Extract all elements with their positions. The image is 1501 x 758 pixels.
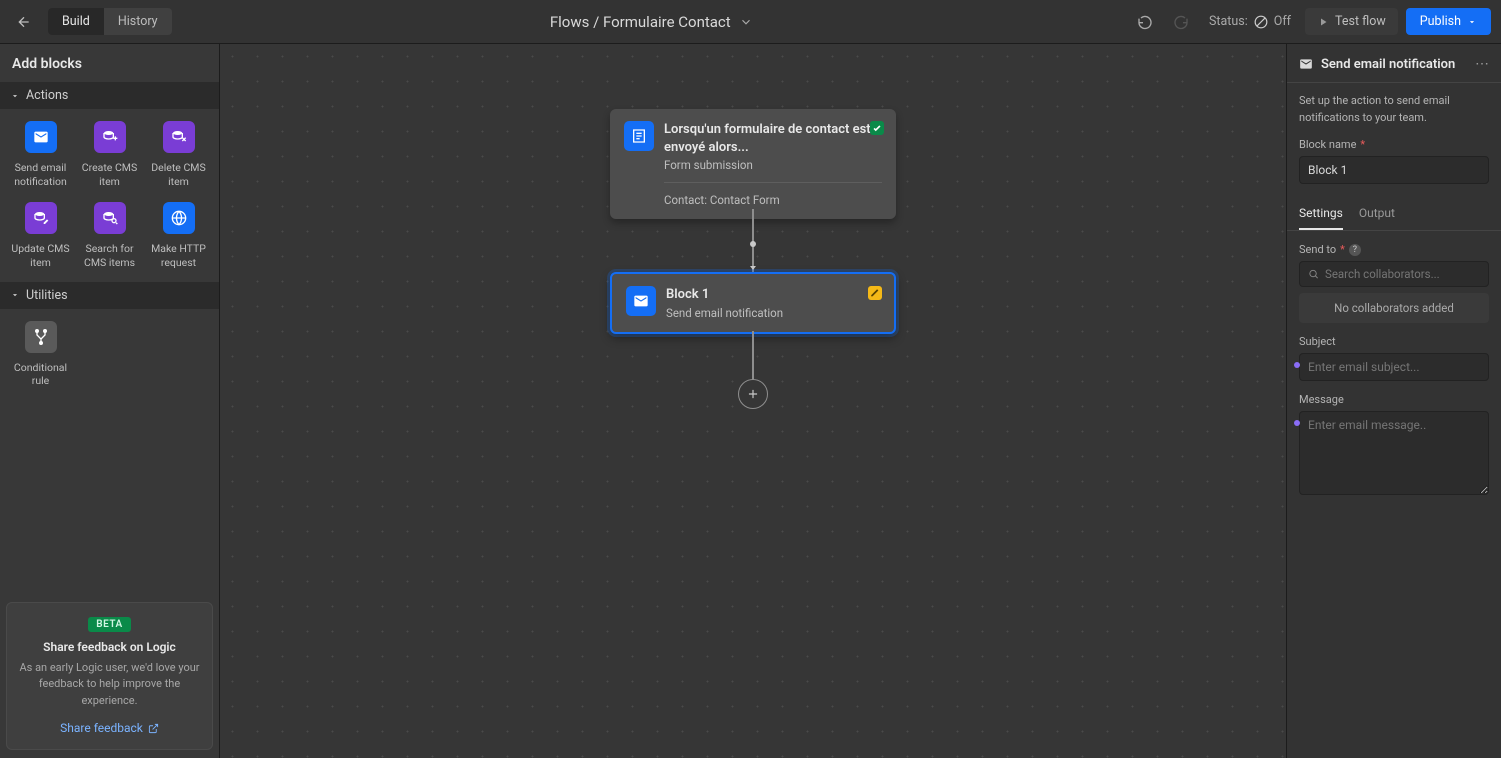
connector-dot xyxy=(750,241,756,247)
inspector-title: Send email notification xyxy=(1321,57,1467,72)
block-name-input[interactable] xyxy=(1299,156,1489,184)
breadcrumb: Flows / Formulaire Contact xyxy=(550,13,731,31)
message-input[interactable] xyxy=(1299,411,1489,495)
section-utilities-label: Utilities xyxy=(26,288,68,303)
db-delete-icon xyxy=(163,121,195,153)
undo-icon xyxy=(1137,14,1153,30)
block-label: Send email notification xyxy=(6,161,75,188)
block-conditional[interactable]: Conditional rule xyxy=(6,321,75,388)
more-button[interactable]: ⋯ xyxy=(1475,56,1489,72)
publish-label: Publish xyxy=(1420,14,1461,29)
chevron-down-icon xyxy=(10,91,20,101)
block-create-cms[interactable]: Create CMS item xyxy=(75,121,144,188)
tab-settings[interactable]: Settings xyxy=(1299,198,1343,230)
trigger-node[interactable]: Lorsqu'un formulaire de contact est envo… xyxy=(610,109,896,219)
block1-title: Block 1 xyxy=(666,286,880,304)
block-delete-cms[interactable]: Delete CMS item xyxy=(144,121,213,188)
undo-button[interactable] xyxy=(1131,8,1159,36)
plus-icon xyxy=(746,387,760,401)
chevron-down-icon xyxy=(10,290,20,300)
play-icon xyxy=(1317,16,1329,28)
block-label: Create CMS item xyxy=(75,161,144,188)
block1-subtitle: Send email notification xyxy=(666,306,880,320)
panel-title: Add blocks xyxy=(0,44,219,82)
status-value: Off xyxy=(1274,14,1291,29)
top-bar: Build History Flows / Formulaire Contact… xyxy=(0,0,1501,44)
tab-history[interactable]: History xyxy=(104,8,172,35)
required-indicator: * xyxy=(1340,243,1345,256)
inspector-panel: Send email notification ⋯ Set up the act… xyxy=(1286,44,1501,758)
back-button[interactable] xyxy=(10,8,38,36)
chevron-down-icon xyxy=(1467,17,1477,27)
share-feedback-link[interactable]: Share feedback xyxy=(60,721,159,735)
trigger-detail: Contact: Contact Form xyxy=(664,193,882,207)
external-link-icon xyxy=(148,723,159,734)
add-block-button[interactable] xyxy=(738,379,768,409)
globe-icon xyxy=(163,202,195,234)
section-actions[interactable]: Actions xyxy=(0,82,219,109)
block-http-request[interactable]: Make HTTP request xyxy=(144,202,213,269)
mail-icon xyxy=(25,121,57,153)
feedback-card: BETA Share feedback on Logic As an early… xyxy=(6,602,213,751)
block1-node[interactable]: Block 1 Send email notification xyxy=(610,272,896,334)
section-actions-label: Actions xyxy=(26,88,68,103)
block-name-label: Block name xyxy=(1299,138,1356,151)
subject-label: Subject xyxy=(1299,335,1336,348)
binding-indicator-icon[interactable] xyxy=(1294,362,1300,368)
status-off-icon xyxy=(1254,15,1268,29)
test-flow-label: Test flow xyxy=(1335,14,1386,29)
redo-button[interactable] xyxy=(1167,8,1195,36)
flow-canvas[interactable]: Lorsqu'un formulaire de contact est envo… xyxy=(220,44,1286,758)
branch-icon xyxy=(25,321,57,353)
block-label: Search for CMS items xyxy=(75,242,144,269)
mail-icon xyxy=(1299,57,1313,71)
tab-output[interactable]: Output xyxy=(1359,198,1395,230)
block-label: Delete CMS item xyxy=(144,161,213,188)
required-indicator: * xyxy=(1360,138,1365,151)
check-badge-icon xyxy=(870,121,884,135)
tab-build[interactable]: Build xyxy=(48,8,104,35)
help-icon[interactable]: ? xyxy=(1349,244,1361,256)
block-label: Make HTTP request xyxy=(144,242,213,269)
block-label: Conditional rule xyxy=(6,361,75,388)
warning-badge-icon xyxy=(868,286,882,300)
message-label: Message xyxy=(1299,393,1344,406)
chevron-down-icon[interactable] xyxy=(739,15,753,29)
inspector-description: Set up the action to send email notifica… xyxy=(1287,83,1501,136)
mail-icon xyxy=(626,286,656,316)
block-update-cms[interactable]: Update CMS item xyxy=(6,202,75,269)
db-search-icon xyxy=(94,202,126,234)
block-label: Update CMS item xyxy=(6,242,75,269)
db-plus-icon xyxy=(94,121,126,153)
collaborators-search[interactable] xyxy=(1299,261,1489,287)
redo-icon xyxy=(1173,14,1189,30)
search-icon xyxy=(1308,268,1319,280)
status-indicator: Status: Off xyxy=(1209,14,1291,29)
trigger-title: Lorsqu'un formulaire de contact est envo… xyxy=(664,121,882,156)
beta-tag: BETA xyxy=(88,617,130,632)
section-utilities[interactable]: Utilities xyxy=(0,282,219,309)
actions-grid: Send email notification Create CMS item … xyxy=(0,109,219,282)
binding-indicator-icon[interactable] xyxy=(1294,420,1300,426)
block-search-cms[interactable]: Search for CMS items xyxy=(75,202,144,269)
no-collaborators-msg: No collaborators added xyxy=(1299,293,1489,323)
trigger-subtitle: Form submission xyxy=(664,158,882,172)
feedback-link-label: Share feedback xyxy=(60,721,143,735)
feedback-title: Share feedback on Logic xyxy=(17,640,202,654)
arrow-left-icon xyxy=(16,14,32,30)
send-to-label: Send to xyxy=(1299,243,1336,256)
mode-tabs: Build History xyxy=(48,8,172,35)
collaborators-input[interactable] xyxy=(1325,267,1480,281)
publish-button[interactable]: Publish xyxy=(1406,8,1491,35)
status-label: Status: xyxy=(1209,14,1248,29)
form-icon xyxy=(624,121,654,151)
subject-input[interactable] xyxy=(1299,353,1489,381)
test-flow-button[interactable]: Test flow xyxy=(1305,8,1398,35)
add-blocks-panel: Add blocks Actions Send email notificati… xyxy=(0,44,220,758)
db-edit-icon xyxy=(25,202,57,234)
block-send-email[interactable]: Send email notification xyxy=(6,121,75,188)
feedback-desc: As an early Logic user, we'd love your f… xyxy=(17,660,202,710)
inspector-tabs: Settings Output xyxy=(1287,198,1501,231)
utilities-grid: Conditional rule xyxy=(0,309,219,400)
